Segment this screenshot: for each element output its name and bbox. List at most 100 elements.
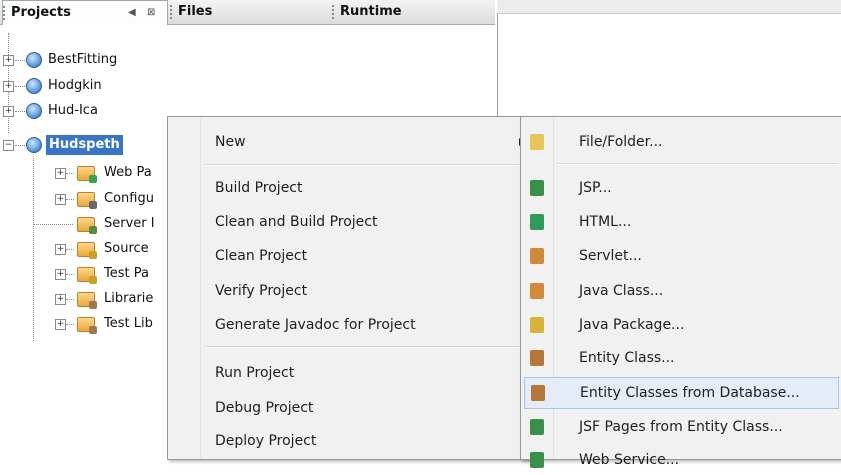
editor-tab-strip: [497, 0, 841, 14]
node-label: Web Pa: [104, 165, 152, 180]
submenu-item-jsf-pages[interactable]: JSF Pages from Entity Class...: [521, 412, 841, 442]
window-tab-bar: Projects ◀ ⊠ Files Runtime: [0, 0, 495, 25]
menu-item-run-project[interactable]: Run Project: [168, 358, 530, 388]
menu-item-label: Verify Project: [215, 283, 308, 299]
submenu-item-servlet[interactable]: Servlet...: [521, 241, 841, 271]
menu-item-verify-project[interactable]: Verify Project: [168, 276, 530, 306]
menu-item-label: Servlet...: [579, 248, 642, 264]
menu-item-label: Entity Classes from Database...: [580, 385, 800, 401]
entity-database-icon: [531, 385, 545, 401]
jsp-file-icon: [530, 180, 544, 196]
menu-item-label: Web Service...: [579, 452, 680, 468]
servlet-icon: [530, 248, 544, 264]
java-package-icon: [530, 317, 544, 333]
menu-item-label: JSP...: [579, 180, 612, 196]
collapse-icon[interactable]: −: [3, 140, 14, 151]
submenu-item-jsp[interactable]: JSP...: [521, 173, 841, 203]
node-label: Test Pa: [104, 266, 149, 281]
project-name: Hudspeth: [46, 135, 123, 155]
tree-node-test-packages[interactable]: + Test Pa: [0, 264, 170, 284]
menu-item-label: Debug Project: [215, 400, 314, 416]
tree-line: [15, 145, 25, 146]
badge-icon: [89, 326, 97, 334]
menu-item-build-project[interactable]: Build Project: [168, 173, 530, 203]
node-label: Test Lib: [104, 316, 153, 331]
expand-icon[interactable]: +: [55, 168, 66, 179]
menu-item-new[interactable]: New: [168, 127, 530, 157]
expand-icon[interactable]: +: [55, 244, 66, 255]
web-project-icon: [26, 103, 42, 119]
menu-item-label: Java Class...: [579, 283, 664, 299]
menu-item-label: Build Project: [215, 180, 303, 196]
tree-node-server-resources[interactable]: Server I: [0, 214, 170, 234]
node-label: Librarie: [104, 291, 154, 306]
submenu-item-entity-classes-from-database[interactable]: Entity Classes from Database...: [524, 377, 839, 409]
badge-icon: [89, 201, 97, 209]
tree-line: [66, 274, 74, 275]
submenu-item-java-package[interactable]: Java Package...: [521, 310, 841, 340]
menu-item-clean-project[interactable]: Clean Project: [168, 241, 530, 271]
node-label: Source: [104, 241, 149, 256]
tree-line: [66, 299, 74, 300]
tree-node-project[interactable]: + Hodgkin: [0, 76, 170, 96]
submenu-item-entity-class[interactable]: Entity Class...: [521, 343, 841, 373]
tree-line: [66, 173, 74, 174]
source-packages-folder-icon: [77, 242, 97, 259]
project-name: Hud-Ica: [48, 103, 98, 118]
tree-node-configuration[interactable]: + Configu: [0, 189, 170, 209]
entity-class-icon: [530, 350, 544, 366]
test-libraries-folder-icon: [77, 317, 97, 334]
node-label: Server I: [104, 216, 155, 231]
jsf-pages-icon: [530, 419, 544, 435]
tree-node-project[interactable]: + Hud-Ica: [0, 101, 170, 121]
expand-icon[interactable]: +: [3, 106, 14, 117]
web-pages-folder-icon: [77, 166, 97, 183]
html-file-icon: [530, 214, 544, 230]
close-window-icon[interactable]: ⊠: [147, 1, 155, 25]
menu-item-debug-project[interactable]: Debug Project: [168, 393, 530, 423]
expand-icon[interactable]: +: [3, 81, 14, 92]
tree-node-libraries[interactable]: + Librarie: [0, 289, 170, 309]
menu-item-label: Generate Javadoc for Project: [215, 317, 416, 333]
tree-node-web-pages[interactable]: + Web Pa: [0, 163, 170, 183]
web-project-icon: [26, 78, 42, 94]
tree-node-source-packages[interactable]: + Source: [0, 239, 170, 259]
menu-item-label: Deploy Project: [215, 433, 317, 449]
editor-area: [497, 0, 841, 117]
tree-node-test-libraries[interactable]: + Test Lib: [0, 314, 170, 334]
tree-line: [33, 224, 73, 225]
expand-icon[interactable]: +: [3, 55, 14, 66]
submenu-item-java-class[interactable]: Java Class...: [521, 276, 841, 306]
tab-files[interactable]: Files: [170, 0, 325, 24]
expand-icon[interactable]: +: [55, 194, 66, 205]
tree-line: [15, 86, 25, 87]
menu-separator: [204, 346, 526, 348]
menu-item-clean-and-build-project[interactable]: Clean and Build Project: [168, 207, 530, 237]
submenu-item-file-folder[interactable]: File/Folder...: [521, 127, 841, 157]
tab-projects[interactable]: Projects ◀ ⊠: [2, 0, 168, 25]
badge-icon: [89, 276, 97, 284]
expand-icon[interactable]: +: [55, 269, 66, 280]
expand-icon[interactable]: +: [55, 319, 66, 330]
expand-icon[interactable]: +: [55, 294, 66, 305]
menu-item-deploy-project[interactable]: Deploy Project: [168, 426, 530, 456]
submenu-item-html[interactable]: HTML...: [521, 207, 841, 237]
tree-node-project-selected[interactable]: − Hudspeth: [0, 135, 170, 155]
tab-runtime[interactable]: Runtime: [332, 0, 492, 24]
tree-line: [15, 60, 25, 61]
tree-line: [66, 199, 74, 200]
submenu-item-web-service[interactable]: Web Service...: [521, 445, 841, 475]
tab-label: Runtime: [340, 4, 402, 19]
badge-icon: [89, 301, 97, 309]
minimize-window-icon[interactable]: ◀: [128, 1, 136, 25]
new-submenu: File/Folder... JSP... HTML... Servlet...…: [520, 116, 841, 468]
badge-icon: [89, 251, 97, 259]
tree-node-project[interactable]: + BestFitting: [0, 50, 170, 70]
tab-label: Files: [178, 4, 213, 19]
menu-item-label: Clean Project: [215, 248, 308, 264]
menu-item-generate-javadoc[interactable]: Generate Javadoc for Project: [168, 310, 530, 340]
new-file-icon: [530, 134, 544, 150]
libraries-folder-icon: [77, 292, 97, 309]
menu-item-label: New: [215, 134, 246, 150]
menu-item-label: JSF Pages from Entity Class...: [579, 419, 783, 435]
